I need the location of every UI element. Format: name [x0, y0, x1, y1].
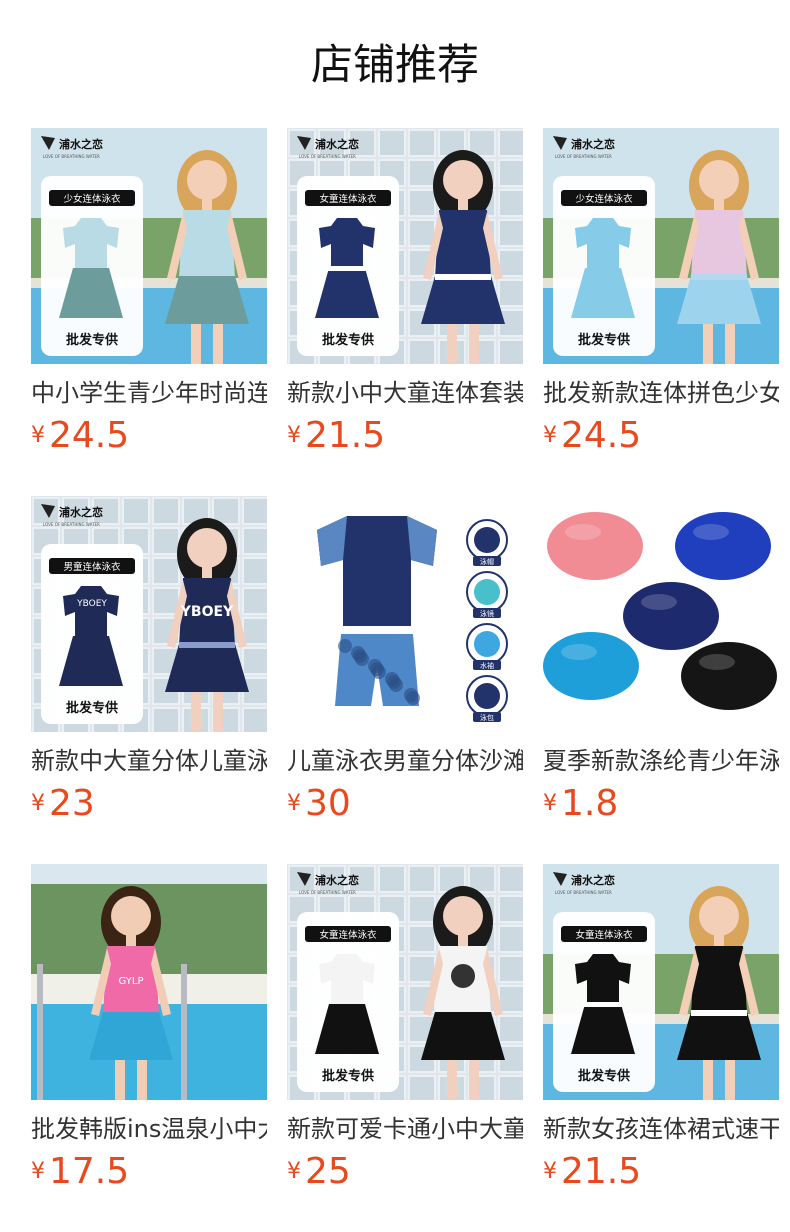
currency-symbol: ¥ — [31, 791, 45, 816]
product-card[interactable]: 浦水之恋 LOVE OF BREATHING WATER 女童连体泳衣批发专供新款小… — [287, 128, 523, 468]
product-name[interactable]: 批发韩版ins温泉小中大童泳衣 — [31, 1112, 267, 1146]
currency-symbol: ¥ — [287, 1159, 301, 1184]
product-name[interactable]: 新款中大童分体儿童泳衣 — [31, 744, 267, 778]
svg-text:LOVE OF BREATHING WATER: LOVE OF BREATHING WATER — [299, 890, 356, 895]
wholesale-label: 批发专供 — [578, 332, 630, 348]
accessory-label: 水袖 — [480, 661, 494, 670]
category-tag: 少女连体泳衣 — [63, 193, 121, 205]
wholesale-label: 批发专供 — [322, 1068, 374, 1084]
currency-symbol: ¥ — [543, 423, 557, 448]
wholesale-label: 批发专供 — [578, 1068, 630, 1084]
price-value: 21.5 — [305, 415, 386, 456]
product-photo-girl-blue-dress: 浦水之恋 LOVE OF BREATHING WATER 少女连体泳衣批发专供 — [543, 128, 779, 364]
wholesale-label: 批发专供 — [66, 700, 118, 716]
product-photo-swim-caps — [543, 496, 779, 732]
svg-text:浦水之恋: 浦水之恋 — [571, 873, 615, 887]
product-card[interactable]: 浦水之恋 LOVE OF BREATHING WATER 女童连体泳衣批发专供新款女… — [543, 864, 779, 1204]
product-name[interactable]: 新款可爱卡通小中大童泳衣 — [287, 1112, 523, 1146]
product-price: ¥25 — [287, 1150, 351, 1194]
currency-symbol: ¥ — [31, 423, 45, 448]
accessory-label: 泳包 — [480, 713, 494, 722]
product-image[interactable]: 浦水之恋 LOVE OF BREATHING WATER 女童连体泳衣批发专供 — [287, 864, 523, 1100]
category-tag: 女童连体泳衣 — [319, 193, 377, 205]
svg-text:LOVE OF BREATHING WATER: LOVE OF BREATHING WATER — [555, 890, 612, 895]
svg-text:浦水之恋: 浦水之恋 — [315, 873, 359, 887]
product-photo-boy-camo-set: 泳帽泳镜水袖泳包 — [287, 496, 523, 732]
wholesale-label: 批发专供 — [322, 332, 374, 348]
product-name[interactable]: 夏季新款涤纶青少年泳帽 — [543, 744, 779, 778]
svg-text:浦水之恋: 浦水之恋 — [571, 137, 615, 151]
product-card[interactable]: 浦水之恋 LOVE OF BREATHING WATER 少女连体泳衣批发专供中小学… — [31, 128, 267, 468]
price-value: 21.5 — [561, 1151, 642, 1192]
product-name[interactable]: 批发新款连体拼色少女泳衣 — [543, 376, 779, 410]
svg-text:浦水之恋: 浦水之恋 — [315, 137, 359, 151]
product-price: ¥30 — [287, 782, 351, 826]
category-tag: 女童连体泳衣 — [575, 929, 633, 941]
currency-symbol: ¥ — [543, 1159, 557, 1184]
product-card[interactable]: 浦水之恋 LOVE OF BREATHING WATER 少女连体泳衣批发专供批发新… — [543, 128, 779, 468]
wholesale-label: 批发专供 — [66, 332, 118, 348]
product-price: ¥17.5 — [31, 1150, 129, 1194]
price-value: 25 — [305, 1151, 351, 1192]
product-photo-girl-black-ruffle: 浦水之恋 LOVE OF BREATHING WATER 女童连体泳衣批发专供 — [543, 864, 779, 1100]
product-photo-girl-navy-dress: 浦水之恋 LOVE OF BREATHING WATER 女童连体泳衣批发专供 — [287, 128, 523, 364]
product-name[interactable]: 新款女孩连体裙式速干泳衣 — [543, 1112, 779, 1146]
currency-symbol: ¥ — [543, 791, 557, 816]
price-value: 23 — [49, 783, 95, 824]
product-price: ¥21.5 — [287, 414, 385, 458]
product-price: ¥1.8 — [543, 782, 618, 826]
currency-symbol: ¥ — [31, 1159, 45, 1184]
svg-text:YBOEY: YBOEY — [180, 604, 234, 620]
product-image[interactable]: 浦水之恋 LOVE OF BREATHING WATER 男童连体泳衣批发专供 YBO… — [31, 496, 267, 732]
product-card[interactable]: GYLP 批发韩版ins温泉小中大童泳衣 ¥17.5 — [31, 864, 267, 1204]
price-value: 30 — [305, 783, 351, 824]
svg-text:LOVE OF BREATHING WATER: LOVE OF BREATHING WATER — [43, 522, 100, 527]
price-value: 24.5 — [49, 415, 130, 456]
product-image[interactable]: GYLP — [31, 864, 267, 1100]
price-value: 17.5 — [49, 1151, 130, 1192]
product-name[interactable]: 儿童泳衣男童分体沙滩套装 — [287, 744, 523, 778]
product-photo-girl-pink-pool: GYLP — [31, 864, 267, 1100]
category-tag: 女童连体泳衣 — [319, 929, 377, 941]
product-price: ¥24.5 — [543, 414, 641, 458]
section-title: 店铺推荐 — [310, 40, 479, 89]
product-price: ¥21.5 — [543, 1150, 641, 1194]
currency-symbol: ¥ — [287, 423, 301, 448]
product-photo-girl-teal-dress: 浦水之恋 LOVE OF BREATHING WATER 少女连体泳衣批发专供 — [31, 128, 267, 364]
svg-text:LOVE OF BREATHING WATER: LOVE OF BREATHING WATER — [299, 154, 356, 159]
category-tag: 男童连体泳衣 — [63, 561, 121, 573]
product-card[interactable]: 泳帽泳镜水袖泳包儿童泳衣男童分体沙滩套装 ¥30 — [287, 496, 523, 836]
product-photo-boy-navy-camo: 浦水之恋 LOVE OF BREATHING WATER 男童连体泳衣批发专供 YBO… — [31, 496, 267, 732]
product-card[interactable]: 浦水之恋 LOVE OF BREATHING WATER 女童连体泳衣批发专供新款可… — [287, 864, 523, 1204]
svg-text:LOVE OF BREATHING WATER: LOVE OF BREATHING WATER — [555, 154, 612, 159]
svg-text:GYLP: GYLP — [119, 976, 144, 987]
product-price: ¥24.5 — [31, 414, 129, 458]
recommend-page: 店铺推荐 浦水之恋 LOVE OF BREATHING WATER 少女连体泳衣批发… — [0, 0, 790, 1232]
product-image[interactable]: 泳帽 泳镜 水袖 泳包 — [287, 496, 523, 732]
product-photo-girl-white-black: 浦水之恋 LOVE OF BREATHING WATER 女童连体泳衣批发专供 — [287, 864, 523, 1100]
price-value: 1.8 — [561, 783, 619, 824]
product-image[interactable]: 浦水之恋 LOVE OF BREATHING WATER 女童连体泳衣批发专供 — [543, 864, 779, 1100]
svg-text:浦水之恋: 浦水之恋 — [59, 505, 103, 519]
svg-text:LOVE OF BREATHING WATER: LOVE OF BREATHING WATER — [43, 154, 100, 159]
category-tag: 少女连体泳衣 — [575, 193, 633, 205]
product-name[interactable]: 中小学生青少年时尚连体泳衣 — [31, 376, 267, 410]
product-image[interactable]: 浦水之恋 LOVE OF BREATHING WATER 少女连体泳衣批发专供 — [543, 128, 779, 364]
product-image[interactable]: 浦水之恋 LOVE OF BREATHING WATER 少女连体泳衣批发专供 — [31, 128, 267, 364]
currency-symbol: ¥ — [287, 791, 301, 816]
svg-text:浦水之恋: 浦水之恋 — [59, 137, 103, 151]
product-card[interactable]: 夏季新款涤纶青少年泳帽 ¥1.8 — [543, 496, 779, 836]
accessory-label: 泳镜 — [480, 609, 494, 618]
product-image[interactable]: 浦水之恋 LOVE OF BREATHING WATER 女童连体泳衣批发专供 — [287, 128, 523, 364]
product-card[interactable]: 浦水之恋 LOVE OF BREATHING WATER 男童连体泳衣批发专供 YBO… — [31, 496, 267, 836]
product-price: ¥23 — [31, 782, 95, 826]
price-value: 24.5 — [561, 415, 642, 456]
product-name[interactable]: 新款小中大童连体套装泳衣 — [287, 376, 523, 410]
svg-text:YBOEY: YBOEY — [76, 599, 107, 609]
product-image[interactable] — [543, 496, 779, 732]
accessory-label: 泳帽 — [480, 557, 494, 566]
